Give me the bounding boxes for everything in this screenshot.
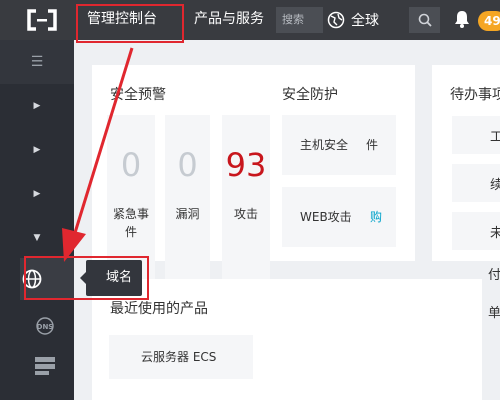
protection-web-attack[interactable]: WEB攻击 购: [282, 187, 396, 247]
sidebar-expand-arrow[interactable]: ▶: [0, 172, 74, 216]
todo-title: 待办事项: [450, 87, 500, 103]
bell-icon[interactable]: [454, 10, 470, 28]
stat-label: 紧急事: [112, 207, 149, 221]
dns-icon[interactable]: DNS: [30, 316, 60, 336]
todo-item[interactable]: 未: [452, 212, 500, 250]
server-icon[interactable]: [34, 356, 56, 376]
annotation-highlight-box: [76, 4, 184, 43]
svg-text:DNS: DNS: [37, 323, 54, 331]
protection-label: WEB攻击: [300, 210, 352, 224]
annotation-highlight-box: [24, 256, 149, 300]
router-logo-icon: [362, 336, 400, 374]
todo-item[interactable]: 续: [452, 164, 500, 202]
todo-item[interactable]: 工: [452, 116, 500, 154]
todo-extra-label: 单: [488, 306, 500, 321]
notification-badge[interactable]: 49: [478, 11, 500, 31]
recent-products-title: 最近使用的产品: [110, 301, 208, 317]
region-selector[interactable]: 全球: [323, 5, 409, 35]
watermark-subtext: luyouqi.com: [410, 366, 472, 377]
menu-toggle-icon[interactable]: ☰: [0, 40, 74, 84]
recent-product-item[interactable]: 云服务器 ECS: [109, 335, 253, 379]
search-button[interactable]: [412, 7, 438, 33]
recent-product-label: 云服务器 ECS: [141, 350, 217, 364]
watermark: 路由器 luyouqi.com: [350, 330, 500, 390]
stat-value: 0: [120, 146, 142, 184]
aliyun-logo-icon[interactable]: [26, 9, 58, 31]
top-nav-bar: 管理控制台 产品与服务 搜索 全球 49: [0, 0, 500, 40]
watermark-text: 路由器: [408, 337, 475, 362]
products-menu[interactable]: 产品与服务: [194, 10, 264, 28]
security-alert-title: 安全预警: [110, 87, 166, 103]
stat-value: 0: [177, 146, 198, 184]
todo-item-label: 工: [490, 130, 500, 145]
search-icon: [418, 13, 432, 27]
stat-label: 漏洞: [175, 207, 200, 221]
stat-value: 93: [225, 146, 267, 184]
protection-label: 主机安全: [300, 138, 349, 152]
search-input[interactable]: 搜索: [282, 13, 304, 27]
protection-host-security[interactable]: 主机安全 件: [282, 115, 396, 175]
security-protection-title: 安全防护: [282, 87, 338, 103]
protection-suffix: 件: [366, 138, 379, 152]
purchase-link[interactable]: 购: [370, 209, 382, 225]
region-label: 全球: [351, 13, 379, 29]
sidebar-expand-arrow[interactable]: ▶: [0, 128, 74, 172]
globe-icon: [327, 11, 345, 29]
sidebar-expand-arrow[interactable]: ▶: [0, 84, 74, 128]
sidebar-collapse-arrow[interactable]: ▼: [0, 216, 74, 260]
todo-extra-label: 付: [488, 268, 500, 283]
todo-item-label: 续: [490, 178, 500, 193]
todo-item-label: 未: [490, 226, 500, 241]
sidebar: ☰ ▶ ▶ ▶ ▼ DNS: [0, 40, 74, 400]
stat-label: 件: [124, 225, 137, 239]
stat-label: 攻击: [233, 207, 258, 221]
security-overview-card: 安全预警 安全防护 0 紧急事 件 0 漏洞 93 攻击 主机安全 件 WEB攻…: [92, 65, 415, 311]
